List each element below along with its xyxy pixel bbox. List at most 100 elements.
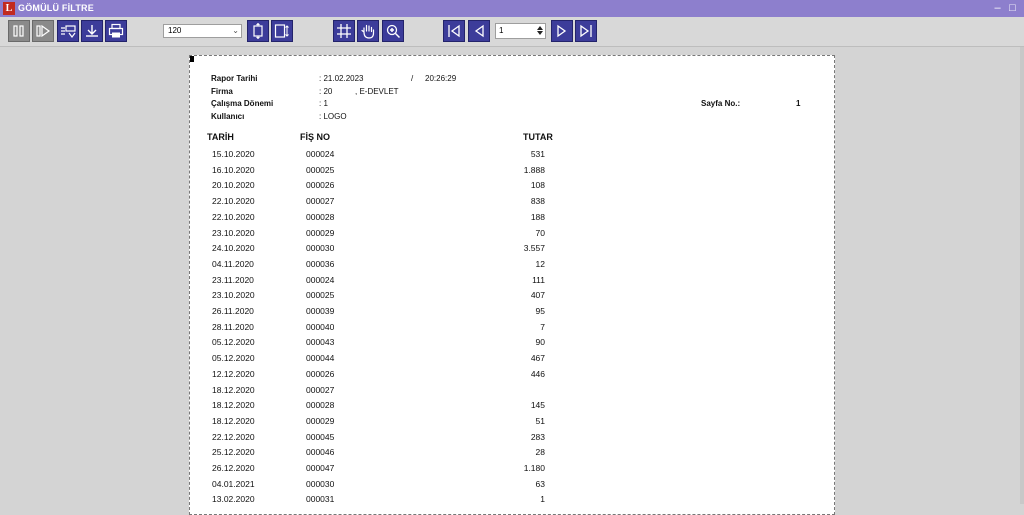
page-number-input[interactable]: 1 <box>495 23 546 39</box>
row-date: 22.10.2020 <box>212 196 255 207</box>
hand-pan-button[interactable] <box>357 20 379 42</box>
row-date: 23.11.2020 <box>212 274 254 285</box>
row-fis-no: 000030 <box>306 243 335 254</box>
grid-button[interactable] <box>333 20 355 42</box>
row-amount: 145 <box>530 400 545 411</box>
firm-name: , E-DEVLET <box>355 87 399 96</box>
report-date-separator: / <box>411 74 414 83</box>
row-amount: 70 <box>535 227 545 238</box>
firm-value: : 20 <box>319 87 333 96</box>
row-fis-no: 000026 <box>306 368 335 379</box>
row-date: 15.10.2020 <box>212 149 255 159</box>
user-value: : LOGO <box>319 112 347 121</box>
last-page-button[interactable] <box>575 20 597 42</box>
next-page-button[interactable] <box>551 20 573 42</box>
zoom-icon <box>386 24 401 39</box>
previous-page-button[interactable] <box>468 20 490 42</box>
row-date: 20.10.2020 <box>212 180 255 191</box>
row-fis-no: 000025 <box>306 164 335 175</box>
row-amount: 531 <box>530 149 545 159</box>
row-fis-no: 000029 <box>306 227 335 238</box>
print-icon <box>108 23 124 38</box>
table-row: 26.12.2020 000047 1.180 <box>190 463 836 478</box>
table-row: 15.10.2020 000024 531 <box>190 149 836 164</box>
row-amount: 838 <box>530 196 545 207</box>
row-fis-no: 000028 <box>306 211 335 222</box>
row-fis-no: 000026 <box>306 180 335 191</box>
page-no-value: 1 <box>796 99 801 108</box>
row-amount: 51 <box>535 415 545 426</box>
report-preview-area[interactable]: Rapor Tarihi : 21.02.2023 / 20:26:29 Fir… <box>0 47 1024 515</box>
row-amount: 95 <box>535 306 545 316</box>
table-row: 16.10.2020 000025 1.888 <box>190 165 836 180</box>
fit-width-button[interactable] <box>271 20 293 42</box>
grid-icon <box>337 24 351 38</box>
page-spinner[interactable] <box>536 25 544 37</box>
table-row: 22.10.2020 000027 838 <box>190 196 836 211</box>
row-fis-no: 000029 <box>306 415 335 426</box>
row-fis-no: 000039 <box>306 306 335 316</box>
table-row: 20.10.2020 000026 108 <box>190 180 836 195</box>
next-page-icon <box>557 24 567 38</box>
period-label: Çalışma Dönemi <box>211 99 274 108</box>
row-date: 16.10.2020 <box>212 164 255 175</box>
maximize-button[interactable]: □ <box>1006 1 1019 15</box>
minimize-button[interactable]: – <box>991 1 1004 15</box>
fit-height-button[interactable] <box>247 20 269 42</box>
row-amount: 3.557 <box>523 243 545 254</box>
table-row: 25.12.2020 000046 28 <box>190 447 836 462</box>
report-date-value: : 21.02.2023 <box>319 74 364 83</box>
row-amount: 63 <box>535 478 545 489</box>
row-fis-no: 000030 <box>306 478 335 489</box>
row-date: 18.12.2020 <box>212 400 255 411</box>
zoom-value: 120 <box>168 26 182 35</box>
print-button[interactable] <box>105 20 127 42</box>
report-time-value: 20:26:29 <box>425 74 457 83</box>
first-section-button[interactable] <box>8 20 30 42</box>
row-date: 28.11.2020 <box>212 321 254 332</box>
row-amount: 1.180 <box>523 463 545 473</box>
zoom-button[interactable] <box>382 20 404 42</box>
zoom-select[interactable]: 120 ⌄ <box>163 24 242 38</box>
column-header-date: TARİH <box>207 132 234 142</box>
filter-list-icon <box>61 25 76 38</box>
row-date: 26.11.2020 <box>212 306 254 316</box>
column-header-amount: TUTAR <box>523 132 553 142</box>
table-row: 22.10.2020 000028 188 <box>190 212 836 227</box>
row-fis-no: 000036 <box>306 258 335 269</box>
filter-list-button[interactable] <box>57 20 79 42</box>
table-row: 26.11.2020 000039 95 <box>190 306 836 321</box>
scrollbar[interactable] <box>1020 47 1024 504</box>
table-row: 23.10.2020 000025 407 <box>190 290 836 305</box>
table-row: 04.11.2020 000036 12 <box>190 259 836 274</box>
row-date: 04.01.2021 <box>212 478 255 489</box>
row-fis-no: 000044 <box>306 353 335 364</box>
row-fis-no: 000024 <box>306 274 335 285</box>
table-row: 22.12.2020 000045 283 <box>190 432 836 447</box>
next-section-icon <box>36 24 51 38</box>
row-amount: 283 <box>530 431 545 442</box>
row-amount: 28 <box>535 447 545 458</box>
table-row: 28.11.2020 000040 7 <box>190 322 836 337</box>
row-date: 22.12.2020 <box>212 431 255 442</box>
window-title: GÖMÜLÜ FİLTRE <box>18 3 94 13</box>
first-page-button[interactable] <box>443 20 465 42</box>
row-date: 13.02.2020 <box>212 494 255 505</box>
row-fis-no: 000047 <box>306 463 335 473</box>
first-page-icon <box>448 24 460 38</box>
row-date: 18.12.2020 <box>212 415 255 426</box>
next-section-button[interactable] <box>32 20 54 42</box>
row-amount: 446 <box>530 368 545 379</box>
row-fis-no: 000028 <box>306 400 335 411</box>
toolbar: 120 ⌄ 1 <box>0 17 1024 47</box>
download-button[interactable] <box>81 20 103 42</box>
user-label: Kullanıcı <box>211 112 245 121</box>
row-amount: 7 <box>540 321 545 332</box>
table-row: 12.12.2020 000026 446 <box>190 369 836 384</box>
row-amount: 188 <box>530 211 545 222</box>
row-amount: 90 <box>535 337 545 348</box>
first-section-icon <box>13 25 24 37</box>
page-number-value: 1 <box>499 26 504 35</box>
row-fis-no: 000046 <box>306 447 335 458</box>
period-value: : 1 <box>319 99 328 108</box>
